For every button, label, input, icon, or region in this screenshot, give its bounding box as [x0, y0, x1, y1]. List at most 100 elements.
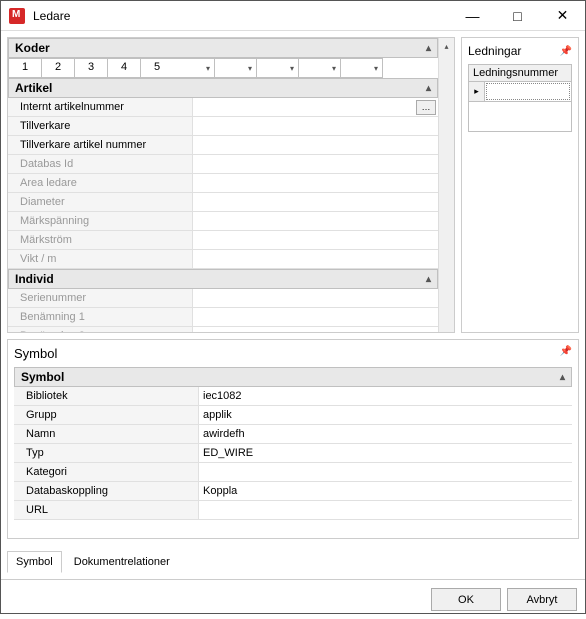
chevron-down-icon: ▾ — [374, 64, 378, 73]
symbol-row[interactable]: Kategori — [14, 463, 572, 482]
koder-dropdown-4[interactable]: ▾ — [299, 58, 341, 78]
artikel-row[interactable]: Internt artikelnummer… — [8, 98, 438, 117]
artikel-row[interactable]: Tillverkare artikel nummer — [8, 136, 438, 155]
artikel-value[interactable] — [193, 212, 438, 230]
minimize-button[interactable]: — — [450, 1, 495, 30]
ok-button[interactable]: OK — [431, 588, 501, 611]
individ-header[interactable]: Individ ▴ — [8, 269, 438, 289]
ledningsnummer-cell[interactable] — [486, 83, 570, 100]
cancel-button[interactable]: Avbryt — [507, 588, 577, 611]
ellipsis-button[interactable]: … — [416, 100, 436, 115]
app-icon — [9, 8, 25, 24]
collapse-icon[interactable]: ▴ — [426, 83, 431, 94]
artikel-value[interactable] — [193, 250, 438, 268]
artikel-label: Tillverkare artikel nummer — [8, 136, 193, 154]
artikel-label: Tillverkare — [8, 117, 193, 135]
artikel-header[interactable]: Artikel ▴ — [8, 78, 438, 98]
individ-value[interactable] — [193, 289, 438, 307]
symbol-value[interactable]: awirdefh — [199, 425, 572, 443]
koder-dropdown-5[interactable]: ▾ — [341, 58, 383, 78]
symbol-label: Bibliotek — [14, 387, 199, 405]
artikel-row[interactable]: Märkström — [8, 231, 438, 250]
koder-tab-3[interactable]: 3 — [74, 58, 108, 77]
scroll-up-icon[interactable]: ▴ — [439, 38, 454, 54]
collapse-icon[interactable]: ▴ — [426, 43, 431, 54]
window-title: Ledare — [33, 9, 450, 23]
individ-row[interactable]: Benämning 2 — [8, 327, 438, 332]
artikel-row[interactable]: Märkspänning — [8, 212, 438, 231]
artikel-value[interactable]: … — [193, 98, 438, 116]
symbol-label: Grupp — [14, 406, 199, 424]
artikel-row[interactable]: Area ledare — [8, 174, 438, 193]
individ-row[interactable]: Serienummer — [8, 289, 438, 308]
symbol-value[interactable] — [199, 501, 572, 519]
artikel-row[interactable]: Vikt / m — [8, 250, 438, 269]
symbol-label: Typ — [14, 444, 199, 462]
symbol-value[interactable]: iec1082 — [199, 387, 572, 405]
artikel-label: Märkström — [8, 231, 193, 249]
close-button[interactable]: ✕ — [540, 1, 585, 30]
koder-tab-5[interactable]: 5 — [140, 58, 174, 77]
koder-tab-2[interactable]: 2 — [41, 58, 75, 77]
symbol-row[interactable]: URL — [14, 501, 572, 520]
ledningar-pane: Ledningar 📌 Ledningsnummer ▸ — [461, 37, 579, 333]
pin-icon[interactable]: 📌 — [560, 346, 572, 361]
artikel-value[interactable] — [193, 193, 438, 211]
vertical-scrollbar[interactable]: ▴ — [438, 38, 454, 332]
koder-header[interactable]: Koder ▴ — [8, 38, 438, 58]
symbol-row[interactable]: Namnawirdefh — [14, 425, 572, 444]
individ-label: Serienummer — [8, 289, 193, 307]
koder-dropdown-3[interactable]: ▾ — [257, 58, 299, 78]
chevron-down-icon: ▾ — [248, 64, 252, 73]
pin-icon[interactable]: 📌 — [560, 46, 572, 57]
symbol-grid-header[interactable]: Symbol ▴ — [14, 367, 572, 387]
koder-tab-4[interactable]: 4 — [107, 58, 141, 77]
collapse-icon[interactable]: ▴ — [560, 372, 565, 383]
artikel-value[interactable] — [193, 155, 438, 173]
symbol-label: Namn — [14, 425, 199, 443]
koder-tab-1[interactable]: 1 — [8, 58, 42, 77]
artikel-label: Area ledare — [8, 174, 193, 192]
symbol-row[interactable]: TypED_WIRE — [14, 444, 572, 463]
symbol-value[interactable]: applik — [199, 406, 572, 424]
tab-symbol[interactable]: Symbol — [7, 551, 62, 573]
individ-value[interactable] — [193, 308, 438, 326]
tab-dokumentrelationer[interactable]: Dokumentrelationer — [65, 551, 179, 573]
artikel-row[interactable]: Databas Id — [8, 155, 438, 174]
koder-header-label: Koder — [15, 41, 50, 55]
artikel-value[interactable] — [193, 136, 438, 154]
ledningar-title: Ledningar — [468, 44, 521, 58]
artikel-row[interactable]: Diameter — [8, 193, 438, 212]
symbol-label: Kategori — [14, 463, 199, 481]
symbol-label: URL — [14, 501, 199, 519]
symbol-value[interactable]: ED_WIRE — [199, 444, 572, 462]
koder-dropdown-1[interactable]: ▾ — [173, 58, 215, 78]
artikel-value[interactable] — [193, 174, 438, 192]
collapse-icon[interactable]: ▴ — [426, 274, 431, 285]
individ-label: Benämning 2 — [8, 327, 193, 332]
chevron-down-icon: ▾ — [290, 64, 294, 73]
bottom-tabs: Symbol Dokumentrelationer — [7, 545, 579, 579]
symbol-row[interactable]: Bibliotekiec1082 — [14, 387, 572, 406]
individ-row[interactable]: Benämning 1 — [8, 308, 438, 327]
row-selector-icon[interactable]: ▸ — [469, 82, 485, 101]
symbol-grid-header-label: Symbol — [21, 370, 64, 384]
symbol-title: Symbol — [14, 346, 57, 361]
maximize-button[interactable]: □ — [495, 1, 540, 30]
artikel-value[interactable] — [193, 231, 438, 249]
ledningar-column-header[interactable]: Ledningsnummer — [468, 64, 572, 82]
properties-pane: Koder ▴ 1 2 3 4 5 ▾ ▾ ▾ ▾ ▾ — [7, 37, 455, 333]
artikel-label: Databas Id — [8, 155, 193, 173]
symbol-pane: Symbol 📌 Symbol ▴ Bibliotekiec1082Gruppa… — [7, 339, 579, 539]
ledningar-row[interactable]: ▸ — [468, 82, 572, 102]
chevron-down-icon: ▾ — [332, 64, 336, 73]
footer: OK Avbryt — [1, 579, 585, 619]
individ-value[interactable] — [193, 327, 438, 332]
artikel-row[interactable]: Tillverkare — [8, 117, 438, 136]
artikel-value[interactable] — [193, 117, 438, 135]
symbol-value[interactable]: Koppla — [199, 482, 572, 500]
koder-dropdown-2[interactable]: ▾ — [215, 58, 257, 78]
symbol-row[interactable]: Gruppapplik — [14, 406, 572, 425]
symbol-value[interactable] — [199, 463, 572, 481]
symbol-row[interactable]: DatabaskopplingKoppla — [14, 482, 572, 501]
